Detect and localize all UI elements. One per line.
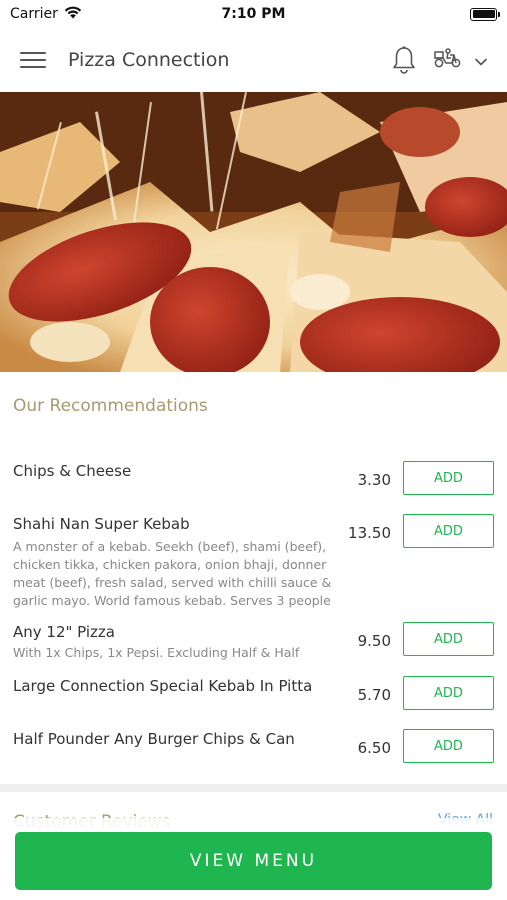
recommendations-title: Our Recommendations <box>13 396 208 416</box>
add-button[interactable]: ADD <box>403 622 494 656</box>
carrier-label: Carrier <box>10 6 58 22</box>
item-description: With 1x Chips, 1x Pepsi. Excluding Half … <box>13 645 300 660</box>
status-bar: Carrier 7:10 PM <box>0 0 507 28</box>
item-name: Large Connection Special Kebab In Pitta <box>13 677 313 695</box>
hero-image <box>0 92 507 372</box>
bell-icon[interactable] <box>391 45 417 75</box>
header-actions <box>391 45 487 75</box>
view-menu-button[interactable]: VIEW MENU <box>15 832 492 890</box>
list-item[interactable]: Shahi Nan Super Kebab A monster of a keb… <box>0 514 507 614</box>
add-button[interactable]: ADD <box>403 676 494 710</box>
list-item[interactable]: Large Connection Special Kebab In Pitta … <box>0 676 507 716</box>
item-price: 9.50 <box>357 632 391 650</box>
item-price: 3.30 <box>357 471 391 489</box>
list-item[interactable]: Any 12" Pizza With 1x Chips, 1x Pepsi. E… <box>0 622 507 670</box>
scooter-icon <box>433 47 463 73</box>
add-button[interactable]: ADD <box>403 729 494 763</box>
wifi-icon <box>64 6 82 23</box>
chevron-down-icon <box>475 51 487 70</box>
app-header: Pizza Connection <box>0 28 507 92</box>
add-button[interactable]: ADD <box>403 461 494 495</box>
item-price: 6.50 <box>357 739 391 757</box>
item-description: A monster of a kebab. Seekh (beef), sham… <box>13 539 332 608</box>
delivery-mode-selector[interactable] <box>433 47 487 73</box>
status-left: Carrier <box>10 6 82 23</box>
item-price: 13.50 <box>348 524 391 542</box>
item-price: 5.70 <box>357 686 391 704</box>
add-button[interactable]: ADD <box>403 514 494 548</box>
item-name: Shahi Nan Super Kebab <box>13 515 190 533</box>
item-name: Half Pounder Any Burger Chips & Can <box>13 730 295 748</box>
section-divider <box>0 784 507 792</box>
page-title: Pizza Connection <box>68 49 230 71</box>
menu-icon[interactable] <box>20 50 46 70</box>
item-name: Any 12" Pizza <box>13 623 115 641</box>
list-item[interactable]: Chips & Cheese 3.30 ADD <box>0 461 507 501</box>
item-name: Chips & Cheese <box>13 462 132 480</box>
battery-icon <box>470 7 500 21</box>
list-item[interactable]: Half Pounder Any Burger Chips & Can 6.50… <box>0 729 507 769</box>
